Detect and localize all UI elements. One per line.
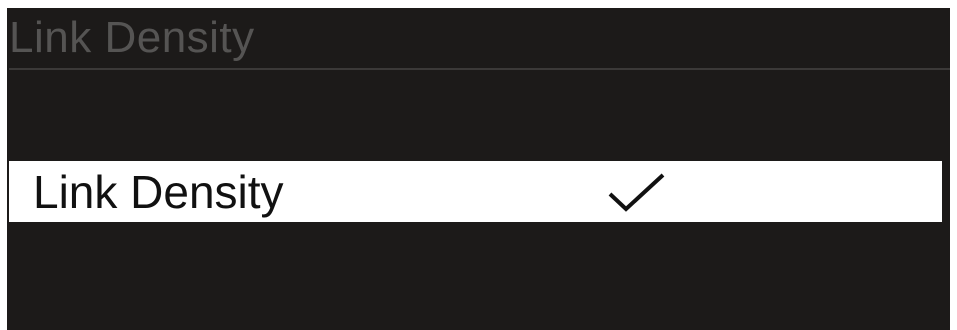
menu-item-label: Link Density bbox=[33, 166, 284, 218]
device-screen: Link Density Link Density bbox=[7, 8, 950, 330]
checkmark-icon bbox=[608, 173, 665, 212]
screen-header: Link Density bbox=[7, 8, 950, 70]
header-divider bbox=[9, 68, 950, 70]
menu-item-link-density[interactable]: Link Density bbox=[9, 161, 942, 222]
screen-title: Link Density bbox=[9, 13, 255, 62]
